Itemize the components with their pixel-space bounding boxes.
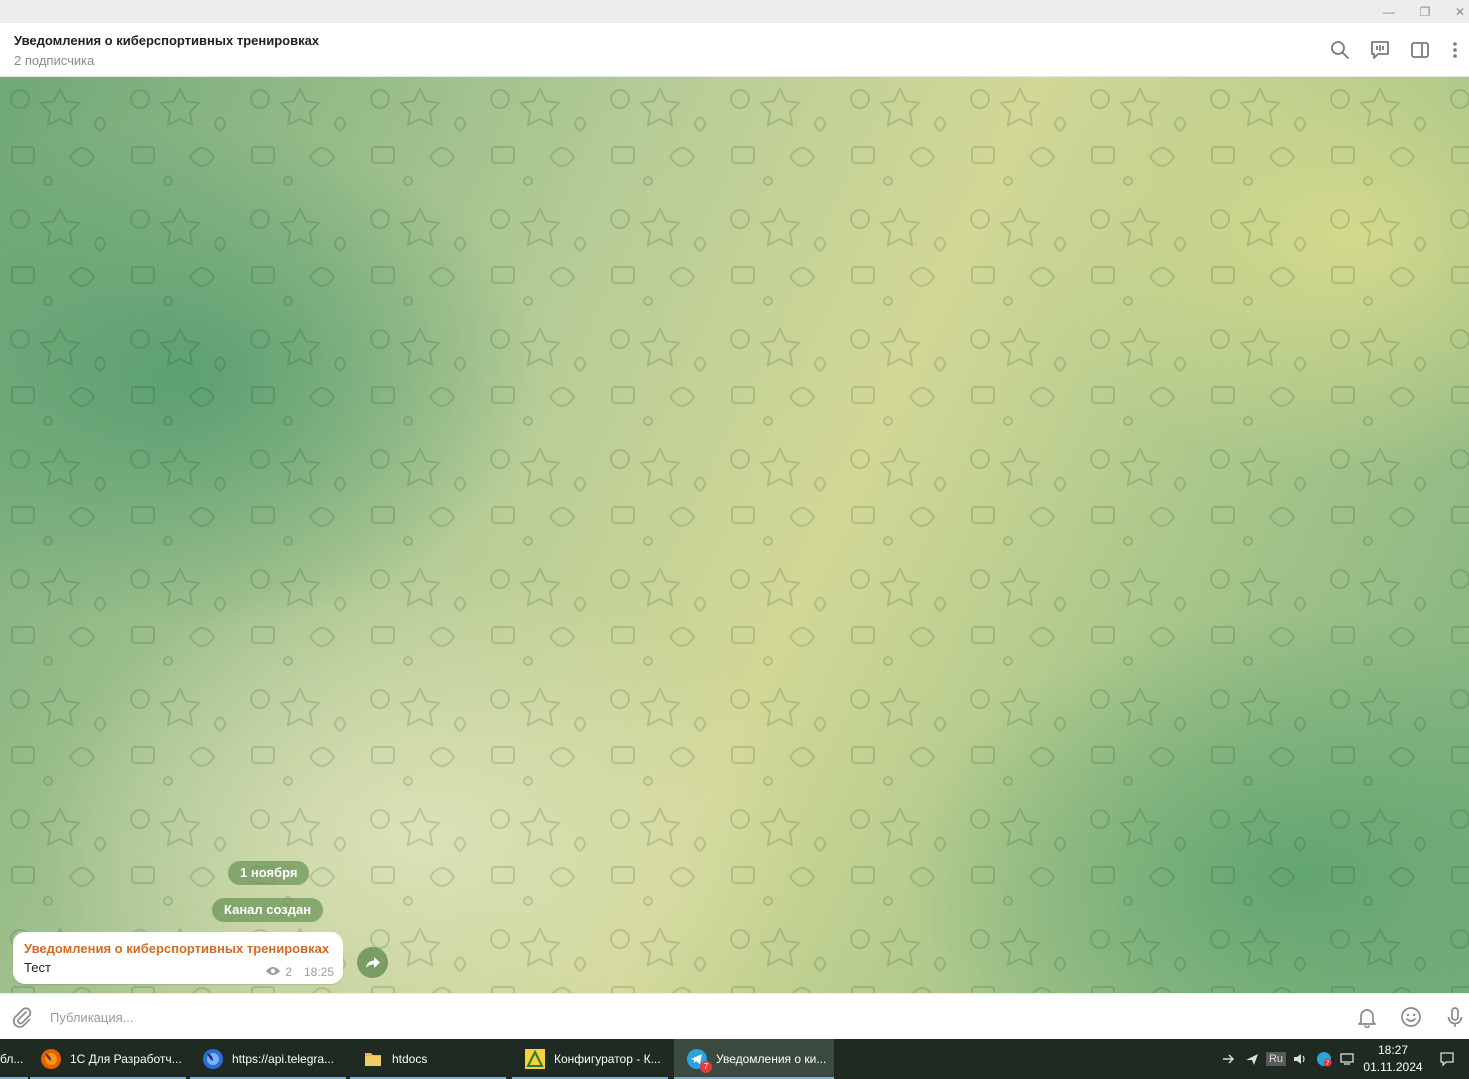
- firefox-dev-icon: [202, 1048, 224, 1070]
- minimize-button[interactable]: —: [1371, 0, 1407, 23]
- chat-area[interactable]: 1 ноября Канал создан Уведомления о кибе…: [0, 77, 1469, 993]
- volume-icon[interactable]: [1290, 1039, 1310, 1079]
- message-meta: 2 18:25: [265, 965, 334, 979]
- taskbar-label: Конфигуратор - К...: [554, 1052, 661, 1066]
- taskbar-item-firefox-1c[interactable]: 1С Для Разработч...: [30, 1039, 186, 1079]
- taskbar-item-firefox-api[interactable]: https://api.telegra...: [190, 1039, 346, 1079]
- search-icon[interactable]: [1329, 39, 1351, 61]
- service-message: Канал создан: [212, 898, 324, 922]
- emoji-icon[interactable]: [1399, 1005, 1423, 1029]
- message-time: 18:25: [303, 965, 334, 979]
- notification-bell-icon[interactable]: [1355, 1005, 1379, 1029]
- telegram-tray-icon[interactable]: 7: [1314, 1039, 1334, 1079]
- message-composer: [0, 993, 1469, 1039]
- telegram-icon: 7: [686, 1048, 712, 1073]
- taskbar-label: Уведомления о ки...: [716, 1052, 827, 1066]
- views-count: 2: [285, 965, 292, 979]
- folder-icon: [362, 1048, 384, 1070]
- taskbar-item-htdocs[interactable]: htdocs: [350, 1039, 506, 1079]
- system-clock[interactable]: 18:27 01.11.2024: [1360, 1042, 1426, 1076]
- subscriber-count: 2 подписчика: [14, 53, 95, 68]
- restore-button[interactable]: ❐: [1407, 0, 1443, 23]
- taskbar-label: 1С Для Разработч...: [70, 1052, 182, 1066]
- taskbar-label: бл...: [0, 1052, 24, 1066]
- doodle-pattern: [0, 77, 1469, 993]
- date-separator: 1 ноября: [228, 861, 310, 885]
- sidebar-toggle-icon[interactable]: [1409, 39, 1431, 61]
- more-menu-icon[interactable]: [1444, 39, 1466, 61]
- configurator-icon: [524, 1048, 546, 1070]
- taskbar-item-configurator[interactable]: Конфигуратор - К...: [512, 1039, 668, 1079]
- firefox-icon: [40, 1048, 62, 1070]
- taskbar: бл... 1С Для Разработч... https://api.te…: [0, 1039, 1469, 1079]
- taskbar-label: https://api.telegra...: [232, 1052, 335, 1066]
- language-code: Ru: [1265, 1052, 1287, 1066]
- taskbar-label: htdocs: [392, 1052, 428, 1066]
- unread-badge: 7: [700, 1061, 712, 1073]
- forward-button[interactable]: [357, 947, 388, 978]
- clock-time: 18:27: [1377, 1043, 1409, 1057]
- publication-input[interactable]: [48, 1004, 1332, 1030]
- network-icon[interactable]: [1338, 1039, 1358, 1079]
- views-eye-icon: [265, 965, 281, 979]
- message-author[interactable]: Уведомления о киберспортивных тренировка…: [24, 941, 329, 956]
- chat-header[interactable]: Уведомления о киберспортивных тренировка…: [0, 23, 1469, 77]
- attach-icon[interactable]: [10, 1005, 34, 1029]
- language-indicator[interactable]: Ru: [1265, 1039, 1287, 1079]
- message-bubble[interactable]: Уведомления о киберспортивных тренировка…: [13, 932, 343, 984]
- taskbar-item-telegram[interactable]: 7 Уведомления о ки...: [674, 1039, 834, 1079]
- airplane-icon[interactable]: [1242, 1039, 1262, 1079]
- channel-title[interactable]: Уведомления о киберспортивных тренировка…: [14, 33, 319, 48]
- microphone-icon[interactable]: [1443, 1005, 1467, 1029]
- clock-date: 01.11.2024: [1363, 1060, 1423, 1074]
- network-share-icon[interactable]: [1218, 1039, 1238, 1079]
- close-button[interactable]: ✕: [1442, 0, 1469, 23]
- comments-icon[interactable]: [1369, 39, 1391, 61]
- action-center-icon[interactable]: [1436, 1039, 1458, 1079]
- forward-arrow-icon: [365, 956, 380, 968]
- tray-badge: 7: [1326, 1060, 1330, 1067]
- taskbar-item-truncated[interactable]: бл...: [0, 1039, 28, 1079]
- window-titlebar: — ❐ ✕: [0, 0, 1469, 23]
- message-text: Тест: [24, 960, 51, 975]
